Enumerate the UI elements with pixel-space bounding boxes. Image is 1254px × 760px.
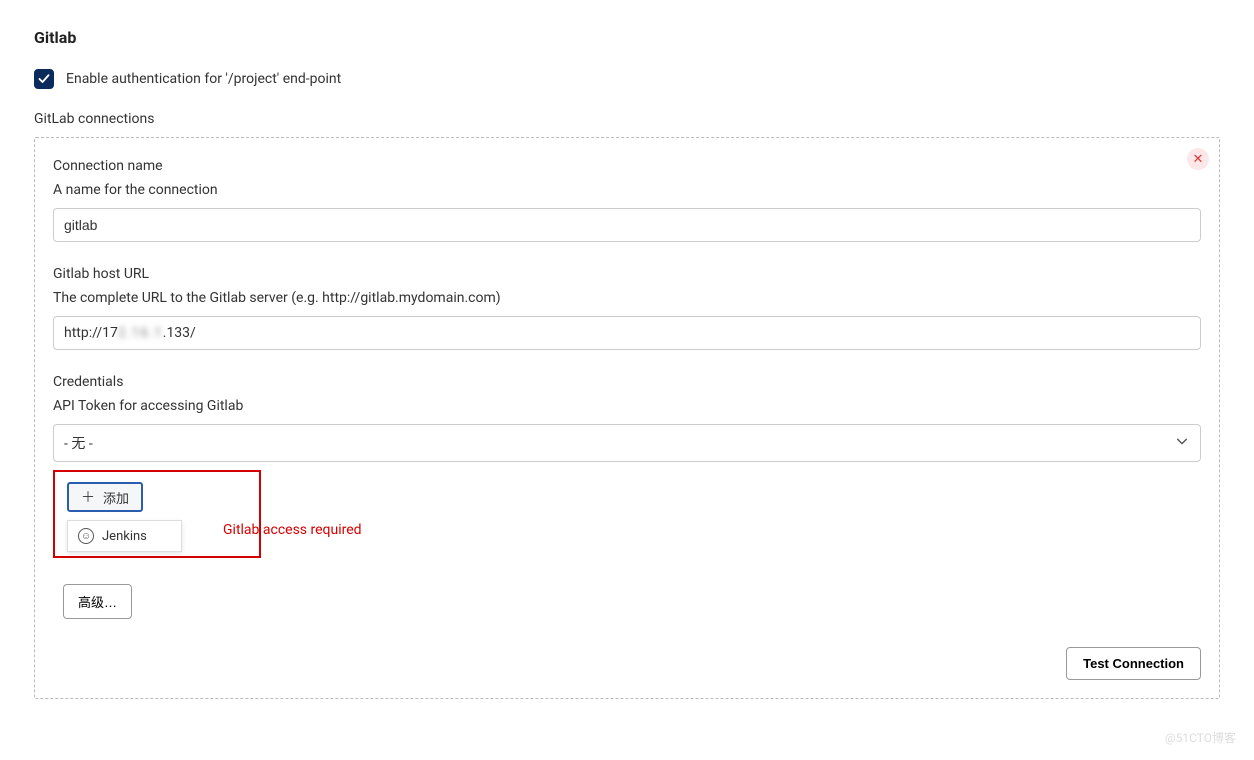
host-url-value-prefix: http://17 xyxy=(64,325,118,341)
enable-auth-checkbox[interactable] xyxy=(34,69,54,89)
add-credentials-dropdown: ☺ Jenkins xyxy=(67,520,182,552)
add-credentials-highlight: ＋ 添加 ☺ Jenkins xyxy=(53,470,261,558)
host-url-field: Gitlab host URL The complete URL to the … xyxy=(53,266,1201,350)
credentials-field: Credentials API Token for accessing Gitl… xyxy=(53,374,1201,462)
test-connection-button[interactable]: Test Connection xyxy=(1066,647,1201,680)
host-url-value-suffix: .133/ xyxy=(163,325,196,341)
dropdown-item-label: Jenkins xyxy=(102,529,147,544)
credentials-select[interactable]: - 无 - xyxy=(53,424,1201,462)
enable-auth-row: Enable authentication for '/project' end… xyxy=(34,69,1220,89)
watermark: @51CTO博客 xyxy=(1165,729,1236,746)
connection-name-label: Connection name xyxy=(53,158,1201,174)
dropdown-item-jenkins[interactable]: ☺ Jenkins xyxy=(68,521,181,551)
close-icon: ✕ xyxy=(1193,153,1204,166)
connection-panel: ✕ Connection name A name for the connect… xyxy=(34,137,1220,699)
connections-label: GitLab connections xyxy=(34,111,1220,127)
connection-name-field: Connection name A name for the connectio… xyxy=(53,158,1201,242)
host-url-desc: The complete URL to the Gitlab server (e… xyxy=(53,290,1201,306)
remove-connection-button[interactable]: ✕ xyxy=(1187,148,1209,170)
credentials-select-wrap: - 无 - xyxy=(53,424,1201,462)
add-credentials-button[interactable]: ＋ 添加 xyxy=(67,482,143,512)
host-url-value-obscured: 2.16.1 xyxy=(118,325,163,341)
jenkins-icon: ☺ xyxy=(78,528,94,544)
connection-name-desc: A name for the connection xyxy=(53,182,1201,198)
host-url-input[interactable]: http://172.16.1.133/ xyxy=(53,316,1201,350)
host-url-label: Gitlab host URL xyxy=(53,266,1201,282)
check-icon xyxy=(38,73,50,85)
add-credentials-row: ＋ 添加 ☺ Jenkins Gitlab access required xyxy=(53,470,1201,558)
advanced-row: 高级… xyxy=(63,584,1201,619)
connection-name-input[interactable] xyxy=(53,208,1201,242)
credentials-error: Gitlab access required xyxy=(223,522,362,538)
credentials-label: Credentials xyxy=(53,374,1201,390)
add-credentials-label: 添加 xyxy=(103,488,129,507)
credentials-desc: API Token for accessing Gitlab xyxy=(53,398,1201,414)
enable-auth-label: Enable authentication for '/project' end… xyxy=(66,71,341,87)
advanced-button[interactable]: 高级… xyxy=(63,584,132,619)
section-title: Gitlab xyxy=(34,28,1220,47)
test-connection-row: Test Connection xyxy=(53,647,1201,680)
plus-icon: ＋ xyxy=(81,487,95,507)
